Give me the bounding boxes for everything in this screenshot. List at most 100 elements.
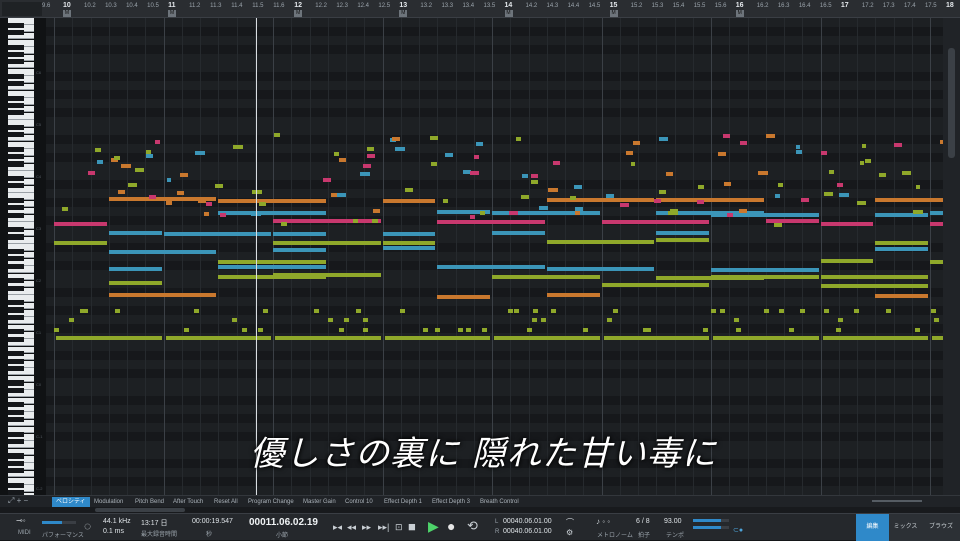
zoom-slider[interactable] bbox=[872, 500, 922, 502]
midi-note[interactable] bbox=[134, 168, 144, 173]
midi-note[interactable] bbox=[778, 309, 784, 313]
controller-tab[interactable]: Master Gain bbox=[299, 497, 340, 507]
black-key[interactable] bbox=[8, 51, 24, 58]
loop-icon[interactable]: ⟲ bbox=[467, 518, 478, 534]
controller-tab[interactable]: Pitch Bend bbox=[131, 497, 168, 507]
midi-note[interactable] bbox=[479, 211, 486, 216]
midi-note[interactable] bbox=[352, 218, 359, 223]
black-key[interactable] bbox=[8, 154, 24, 160]
midi-note[interactable] bbox=[492, 231, 545, 236]
midi-note[interactable] bbox=[875, 294, 928, 299]
midi-note[interactable] bbox=[508, 309, 514, 313]
midi-note[interactable] bbox=[915, 328, 921, 332]
midi-note[interactable] bbox=[184, 328, 190, 332]
midi-note[interactable] bbox=[197, 199, 206, 204]
midi-note[interactable] bbox=[328, 318, 334, 322]
midi-note[interactable] bbox=[180, 173, 189, 178]
view-tab[interactable]: ブラウズ bbox=[922, 514, 960, 541]
record-icon[interactable]: ● bbox=[447, 518, 455, 534]
tempo[interactable]: 93.00 bbox=[664, 518, 682, 525]
midi-note[interactable] bbox=[656, 231, 709, 236]
timeline-ruler[interactable]: 9.6 10 M 10.2 10.3 10.4 10.5 11 M 11.2 11.3 11.4 11.… bbox=[0, 0, 960, 18]
midi-note[interactable] bbox=[273, 240, 381, 245]
midi-note[interactable] bbox=[574, 210, 580, 215]
midi-note[interactable] bbox=[273, 219, 381, 224]
midi-note[interactable] bbox=[539, 206, 549, 211]
midi-note[interactable] bbox=[262, 309, 268, 313]
midi-note[interactable] bbox=[854, 309, 860, 313]
midi-note[interactable] bbox=[273, 247, 326, 252]
midi-note[interactable] bbox=[727, 213, 734, 218]
metronome-icon[interactable]: ♪ ◦ ◦ bbox=[596, 517, 610, 526]
midi-note[interactable] bbox=[613, 309, 619, 313]
midi-note[interactable] bbox=[108, 281, 162, 286]
piano-keyboard[interactable]: C6 C5 C4 C3 C2 C1 C0 C-1 C-2 bbox=[0, 18, 46, 500]
midi-note[interactable] bbox=[711, 275, 819, 280]
lane-controls[interactable]: ⤢ + − bbox=[8, 496, 28, 506]
midi-note[interactable] bbox=[382, 231, 436, 236]
black-key[interactable] bbox=[8, 453, 24, 459]
midi-note[interactable] bbox=[857, 200, 866, 205]
midi-note[interactable] bbox=[482, 328, 488, 332]
midi-note[interactable] bbox=[475, 142, 483, 147]
controller-tab[interactable]: Program Change bbox=[244, 497, 298, 507]
midi-note[interactable] bbox=[758, 170, 768, 175]
midi-note[interactable] bbox=[492, 275, 600, 280]
midi-note[interactable] bbox=[113, 155, 120, 160]
controller-tab[interactable]: Effect Depth 1 bbox=[380, 497, 426, 507]
midi-note[interactable] bbox=[97, 159, 104, 164]
midi-note[interactable] bbox=[362, 163, 371, 168]
midi-note[interactable] bbox=[163, 231, 271, 236]
black-key[interactable] bbox=[8, 285, 24, 291]
midi-note[interactable] bbox=[667, 210, 678, 215]
ruler-marker[interactable]: M bbox=[399, 10, 408, 17]
midi-note[interactable] bbox=[166, 200, 172, 205]
midi-note[interactable] bbox=[373, 209, 380, 214]
midi-note[interactable] bbox=[795, 144, 800, 149]
black-key[interactable] bbox=[8, 365, 24, 371]
midi-note[interactable] bbox=[546, 239, 655, 244]
midi-note[interactable] bbox=[778, 182, 783, 187]
midi-note[interactable] bbox=[273, 272, 381, 277]
black-key[interactable] bbox=[8, 44, 24, 50]
midi-note[interactable] bbox=[242, 328, 248, 332]
black-key[interactable] bbox=[8, 110, 24, 116]
midi-note[interactable] bbox=[203, 212, 210, 217]
midi-note[interactable] bbox=[366, 154, 376, 159]
midi-note[interactable] bbox=[620, 202, 630, 207]
midi-note[interactable] bbox=[606, 194, 615, 199]
ruler-marker[interactable]: M bbox=[294, 10, 303, 17]
midi-note[interactable] bbox=[470, 171, 480, 176]
black-key[interactable] bbox=[8, 278, 24, 284]
black-key[interactable] bbox=[8, 205, 24, 211]
ruler-marker[interactable]: M bbox=[504, 10, 513, 17]
midi-note[interactable] bbox=[508, 210, 518, 215]
midi-note[interactable] bbox=[474, 154, 479, 159]
midi-note[interactable] bbox=[195, 150, 206, 155]
play-icon[interactable]: ▶ bbox=[428, 518, 439, 535]
midi-note[interactable] bbox=[395, 146, 405, 151]
black-key[interactable] bbox=[8, 468, 24, 474]
midi-note[interactable] bbox=[653, 199, 662, 204]
playhead[interactable] bbox=[256, 18, 257, 495]
time-signature[interactable]: 6 / 8 bbox=[636, 518, 650, 525]
black-key[interactable] bbox=[8, 307, 24, 313]
view-tab[interactable]: ミックス bbox=[889, 514, 922, 541]
midi-note[interactable] bbox=[574, 184, 583, 189]
midi-note[interactable] bbox=[218, 211, 326, 216]
midi-note[interactable] bbox=[820, 275, 928, 280]
black-key[interactable] bbox=[8, 300, 24, 306]
midi-note[interactable] bbox=[334, 151, 340, 156]
stop-icon[interactable]: ■ bbox=[408, 519, 416, 534]
black-key[interactable] bbox=[8, 59, 24, 65]
midi-note[interactable] bbox=[875, 198, 943, 203]
position-counter[interactable]: 00011.06.02.19 bbox=[249, 517, 318, 528]
black-key[interactable] bbox=[8, 256, 24, 262]
midi-note[interactable] bbox=[430, 135, 438, 140]
midi-note[interactable] bbox=[166, 177, 172, 182]
ruler-marker[interactable]: M bbox=[63, 10, 72, 17]
black-key[interactable] bbox=[8, 336, 24, 342]
midi-note[interactable] bbox=[54, 240, 107, 245]
midi-note[interactable] bbox=[532, 318, 538, 322]
midi-note[interactable] bbox=[149, 195, 156, 199]
